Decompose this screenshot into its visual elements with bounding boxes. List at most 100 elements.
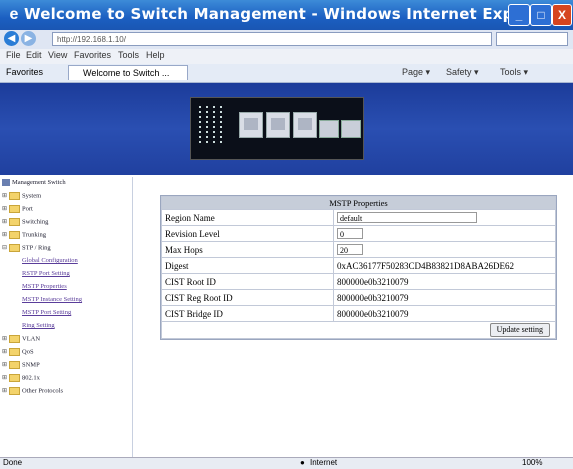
sidebar-item-label: MSTP Port Setting: [22, 309, 72, 316]
sidebar-item-label: Port: [22, 205, 33, 213]
sidebar-item-label: System: [22, 192, 42, 200]
led-dot: [199, 126, 201, 128]
sidebar-item-switching[interactable]: ⊞ Switching: [2, 218, 48, 230]
sidebar-item-rstp-port-setting[interactable]: RSTP Port Setting: [22, 270, 70, 282]
url-field[interactable]: http://192.168.1.10/: [52, 32, 492, 46]
led-dot: [213, 116, 215, 118]
sidebar-item-mstp-port-setting[interactable]: MSTP Port Setting: [22, 309, 71, 321]
sidebar-item-mstp-properties[interactable]: MSTP Properties: [22, 283, 67, 295]
sidebar-item-qos[interactable]: ⊞ QoS: [2, 348, 34, 360]
row-value: 0xAC36177F50283CD4B83821D8ABA26DE62: [337, 260, 515, 271]
led-dot: [199, 116, 201, 118]
sidebar-item-ring-setting[interactable]: Ring Setting: [22, 322, 55, 334]
expand-icon[interactable]: ⊞: [2, 374, 9, 381]
led-dot: [206, 126, 208, 128]
mstp-properties-panel: MSTP Properties Region Name default Revisi…: [160, 195, 557, 340]
expand-icon[interactable]: ⊞: [2, 348, 9, 355]
sidebar-item-snmp[interactable]: ⊞ SNMP: [2, 361, 40, 373]
sidebar-item-mstp-instance-setting[interactable]: MSTP Instance Setting: [22, 296, 82, 308]
folder-icon: [9, 231, 20, 239]
led-dot: [220, 141, 222, 143]
led-dot: [206, 111, 208, 113]
maximize-button[interactable]: □: [530, 4, 552, 26]
table-row: Revision Level 0: [161, 225, 556, 242]
row-value: 800000e0b3210079: [337, 276, 409, 287]
menu-favorites[interactable]: Favorites: [74, 50, 111, 60]
led-dot: [220, 116, 222, 118]
table-row: CIST Bridge ID 800000e0b3210079: [161, 305, 556, 322]
sidebar-item-vlan[interactable]: ⊞ VLAN: [2, 335, 40, 347]
browser-tab[interactable]: Welcome to Switch ...: [68, 65, 188, 80]
sidebar-item-port[interactable]: ⊞ Port: [2, 205, 33, 217]
led-dot: [220, 111, 222, 113]
revision-level-input[interactable]: 0: [337, 228, 363, 240]
zone-label: Internet: [310, 458, 338, 467]
update-setting-button[interactable]: Update setting: [489, 323, 550, 337]
minimize-button[interactable]: _: [508, 4, 530, 26]
folder-icon: [9, 192, 20, 200]
table-row: Max Hops 20: [161, 241, 556, 258]
table-row: Digest 0xAC36177F50283CD4B83821D8ABA26DE6…: [161, 257, 556, 274]
row-value-cell: 20: [333, 241, 556, 258]
sidebar-item-system[interactable]: ⊞ System: [2, 192, 41, 204]
collapse-icon[interactable]: ⊟: [2, 244, 9, 251]
back-icon[interactable]: ◀: [4, 31, 19, 46]
folder-icon: [9, 335, 20, 343]
sidebar-item-802-1x[interactable]: ⊞ 802.1x: [2, 374, 40, 386]
menu-help[interactable]: Help: [146, 50, 165, 60]
expand-icon[interactable]: ⊞: [2, 192, 9, 199]
expand-icon[interactable]: ⊞: [2, 387, 9, 394]
window-title: Welcome to Switch Management - Windows I…: [24, 5, 556, 23]
folder-icon: [9, 361, 20, 369]
button-row: Update setting: [161, 321, 556, 339]
led-dot: [213, 126, 215, 128]
internet-zone-icon: ●: [300, 458, 305, 467]
row-label: CIST Reg Root ID: [161, 289, 334, 306]
sidebar-item-label: Other Protocols: [22, 387, 63, 395]
led-dot: [206, 121, 208, 123]
zoom-level[interactable]: 100%: [522, 458, 542, 467]
sidebar-item-global-configuration[interactable]: Global Configuration: [22, 257, 78, 269]
menu-file[interactable]: File: [6, 50, 21, 60]
expand-icon[interactable]: ⊞: [2, 218, 9, 225]
menu-edit[interactable]: Edit: [26, 50, 42, 60]
max-hops-input[interactable]: 20: [337, 244, 363, 256]
sidebar-item-label: MSTP Properties: [22, 283, 67, 290]
expand-icon[interactable]: ⊞: [2, 335, 9, 342]
sidebar-item-stp-ring[interactable]: ⊟ STP / Ring: [2, 244, 51, 256]
menu-view[interactable]: View: [48, 50, 67, 60]
sidebar-item-label: STP / Ring: [22, 244, 51, 252]
safety-menu[interactable]: Safety ▾: [446, 67, 479, 78]
search-input[interactable]: [496, 32, 568, 46]
expand-icon[interactable]: ⊞: [2, 231, 9, 238]
port-icon: [266, 112, 290, 138]
region-name-input[interactable]: default: [337, 212, 477, 224]
address-bar: ◀ ▶ http://192.168.1.10/: [0, 30, 573, 49]
expand-icon[interactable]: ⊞: [2, 205, 9, 212]
title-bar: e Welcome to Switch Management - Windows…: [0, 0, 573, 30]
led-dot: [199, 136, 201, 138]
expand-icon[interactable]: ⊞: [2, 361, 9, 368]
sidebar-item-trunking[interactable]: ⊞ Trunking: [2, 231, 46, 243]
forward-icon[interactable]: ▶: [21, 31, 36, 46]
close-button[interactable]: X: [552, 4, 572, 26]
favorites-button[interactable]: Favorites: [6, 67, 43, 77]
led-dot: [206, 141, 208, 143]
panel-header: MSTP Properties: [161, 196, 556, 210]
menu-tools[interactable]: Tools: [118, 50, 139, 60]
switch-icon: [2, 179, 10, 187]
led-dot: [220, 131, 222, 133]
tree-root[interactable]: Management Switch: [2, 179, 66, 191]
sidebar-tree: Management Switch ⊞ System ⊞ Port ⊞ Switching…: [0, 177, 133, 457]
led-dot: [213, 141, 215, 143]
tools-menu[interactable]: Tools ▾: [500, 67, 528, 78]
row-value-cell: default: [333, 209, 556, 226]
sidebar-item-other-protocols[interactable]: ⊞ Other Protocols: [2, 387, 63, 399]
led-dot: [220, 126, 222, 128]
page-menu[interactable]: Page ▾: [402, 67, 430, 78]
row-label: Max Hops: [161, 241, 334, 258]
sfp-port-icon: [341, 120, 361, 138]
sidebar-item-label: Global Configuration: [22, 257, 78, 264]
sidebar-item-label: Trunking: [22, 231, 46, 239]
sidebar-item-label: MSTP Instance Setting: [22, 296, 83, 303]
